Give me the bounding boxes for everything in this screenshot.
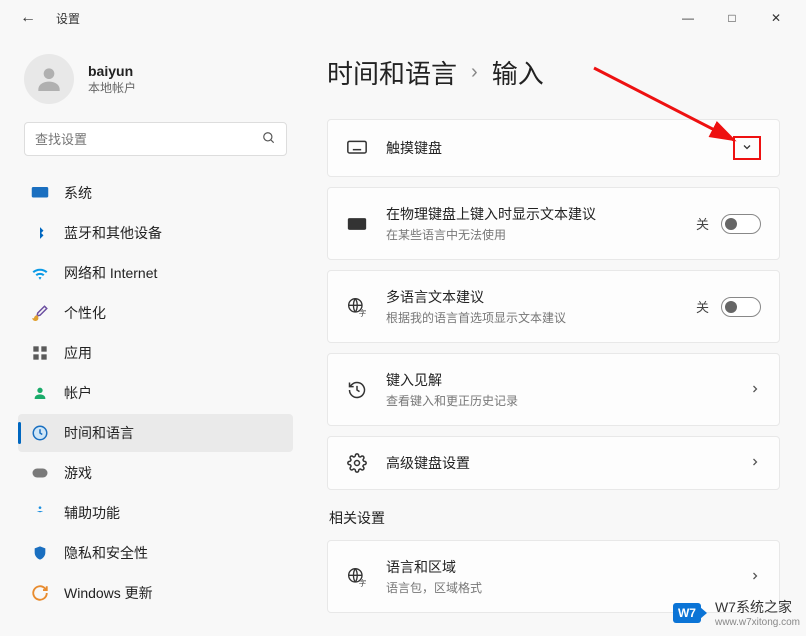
- nav-item-bluetooth[interactable]: 蓝牙和其他设备: [18, 214, 293, 252]
- card-physical-keyboard-suggest[interactable]: 在物理键盘上键入时显示文本建议 在某些语言中无法使用 关: [327, 187, 780, 260]
- close-button[interactable]: ✕: [754, 3, 798, 33]
- card-subtitle: 查看键入和更正历史记录: [386, 392, 731, 409]
- window-title: 设置: [56, 10, 80, 27]
- nav-item-brush[interactable]: 个性化: [18, 294, 293, 332]
- nav-label: Windows 更新: [64, 583, 153, 603]
- chevron-down-icon[interactable]: [733, 136, 761, 160]
- nav-item-wifi[interactable]: 网络和 Internet: [18, 254, 293, 292]
- globe-region-icon: 字: [346, 567, 368, 587]
- user-name: baiyun: [88, 63, 136, 79]
- nav-item-clock[interactable]: 时间和语言: [18, 414, 293, 452]
- nav-label: 个性化: [64, 303, 106, 323]
- nav-label: 时间和语言: [64, 423, 134, 443]
- toggle-switch[interactable]: [721, 297, 761, 317]
- game-icon: [30, 463, 50, 483]
- main: 时间和语言 › 输入 触摸键盘: [305, 36, 806, 636]
- update-icon: [30, 583, 50, 603]
- card-title: 在物理键盘上键入时显示文本建议: [386, 204, 678, 224]
- back-button[interactable]: ←: [20, 9, 36, 27]
- toggle-state: 关: [696, 297, 709, 316]
- search-input[interactable]: [35, 132, 262, 147]
- nav-label: 系统: [64, 183, 92, 203]
- nav-item-shield[interactable]: 隐私和安全性: [18, 534, 293, 572]
- system-icon: [30, 183, 50, 203]
- person-icon: [30, 383, 50, 403]
- nav-label: 网络和 Internet: [64, 263, 157, 283]
- nav-item-update[interactable]: Windows 更新: [18, 574, 293, 612]
- crumb-input: 输入: [492, 54, 544, 91]
- crumb-time-lang[interactable]: 时间和语言: [327, 54, 457, 91]
- nav-label: 游戏: [64, 463, 92, 483]
- nav-label: 蓝牙和其他设备: [64, 223, 162, 243]
- shield-icon: [30, 543, 50, 563]
- card-title: 键入见解: [386, 370, 731, 390]
- crumb-separator: ›: [471, 61, 478, 84]
- search-icon: [262, 131, 276, 148]
- access-icon: [30, 503, 50, 523]
- section-related: 相关设置: [329, 508, 780, 528]
- wifi-icon: [30, 263, 50, 283]
- minimize-button[interactable]: —: [666, 3, 710, 33]
- card-advanced-keyboard[interactable]: 高级键盘设置: [327, 436, 780, 490]
- card-title: 高级键盘设置: [386, 453, 731, 473]
- card-typing-insight[interactable]: 键入见解 查看键入和更正历史记录: [327, 353, 780, 426]
- nav-label: 隐私和安全性: [64, 543, 148, 563]
- user-subtitle: 本地帐户: [88, 79, 136, 96]
- bluetooth-icon: [30, 223, 50, 243]
- nav-item-game[interactable]: 游戏: [18, 454, 293, 492]
- nav-label: 帐户: [64, 383, 92, 403]
- card-title: 触摸键盘: [386, 138, 715, 158]
- avatar: [24, 54, 74, 104]
- chevron-right-icon: [749, 382, 761, 398]
- nav-item-apps[interactable]: 应用: [18, 334, 293, 372]
- card-multilang-suggest[interactable]: 字 多语言文本建议 根据我的语言首选项显示文本建议 关: [327, 270, 780, 343]
- svg-text:字: 字: [359, 307, 367, 317]
- globe-language-icon: 字: [346, 297, 368, 317]
- breadcrumb: 时间和语言 › 输入: [327, 54, 780, 91]
- keyboard-solid-icon: [346, 217, 368, 231]
- toggle-switch[interactable]: [721, 214, 761, 234]
- apps-icon: [30, 343, 50, 363]
- nav: 系统蓝牙和其他设备网络和 Internet 个性化应用帐户时间和语言游戏辅助功能隐…: [18, 174, 293, 612]
- svg-text:字: 字: [359, 577, 367, 587]
- keyboard-icon: [346, 140, 368, 156]
- card-touch-keyboard[interactable]: 触摸键盘: [327, 119, 780, 177]
- nav-label: 应用: [64, 343, 92, 363]
- card-subtitle: 在某些语言中无法使用: [386, 226, 678, 243]
- chevron-right-icon: [749, 569, 761, 585]
- card-title: 多语言文本建议: [386, 287, 678, 307]
- chevron-right-icon: [749, 455, 761, 471]
- maximize-button[interactable]: □: [710, 3, 754, 33]
- sidebar: baiyun 本地帐户 系统蓝牙和其他设备网络和 Internet 个性化应用帐户…: [0, 36, 305, 636]
- toggle-state: 关: [696, 214, 709, 233]
- user-block[interactable]: baiyun 本地帐户: [18, 46, 293, 122]
- nav-item-access[interactable]: 辅助功能: [18, 494, 293, 532]
- clock-icon: [30, 423, 50, 443]
- nav-label: 辅助功能: [64, 503, 120, 523]
- card-language-region[interactable]: 字 语言和区域 语言包，区域格式: [327, 540, 780, 613]
- titlebar: ← 设置 — □ ✕: [0, 0, 806, 36]
- history-icon: [346, 380, 368, 400]
- brush-icon: [30, 303, 50, 323]
- nav-item-person[interactable]: 帐户: [18, 374, 293, 412]
- search-box[interactable]: [24, 122, 287, 156]
- card-title: 语言和区域: [386, 557, 731, 577]
- card-subtitle: 语言包，区域格式: [386, 579, 731, 596]
- card-subtitle: 根据我的语言首选项显示文本建议: [386, 309, 678, 326]
- nav-item-system[interactable]: 系统: [18, 174, 293, 212]
- gear-icon: [346, 453, 368, 473]
